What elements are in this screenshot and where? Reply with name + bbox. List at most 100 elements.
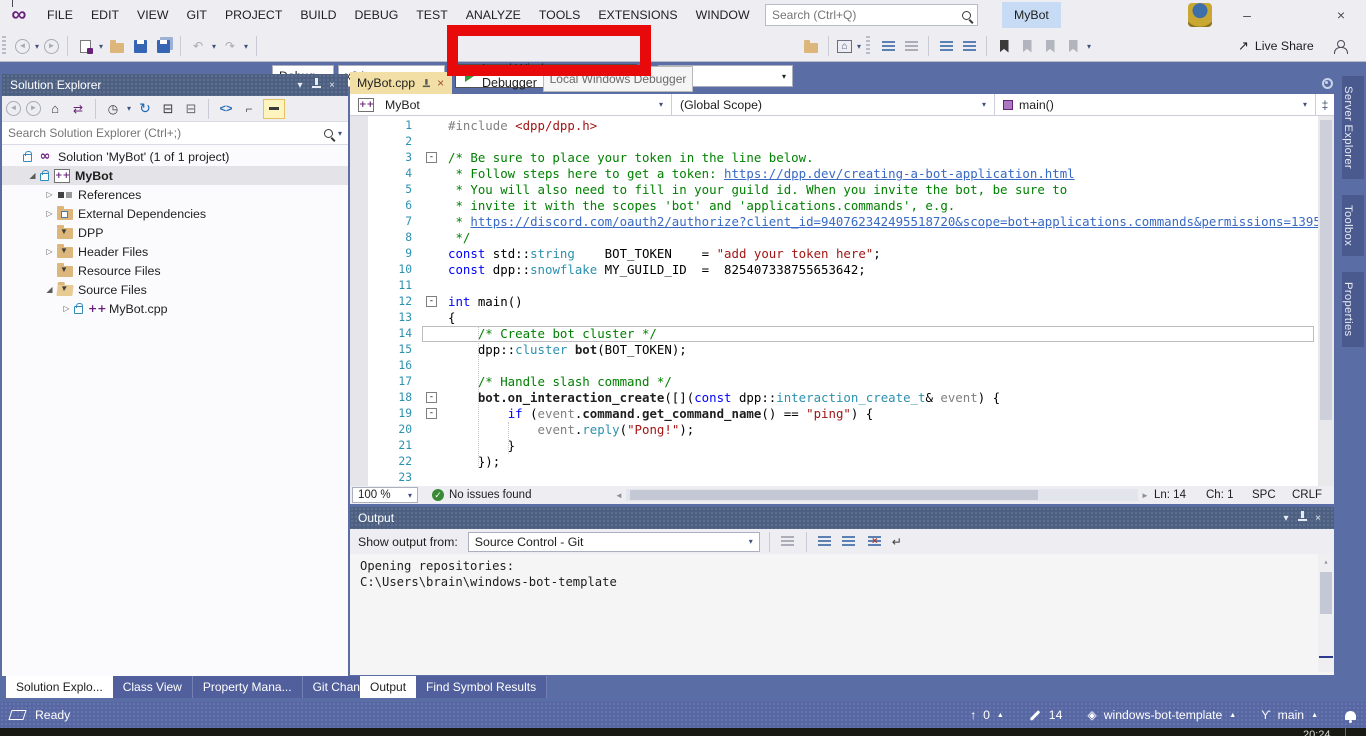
- properties-pages-icon[interactable]: ⊟: [182, 100, 200, 118]
- expander-icon[interactable]: ▷: [42, 247, 57, 256]
- clear-all-icon[interactable]: ×: [864, 533, 882, 551]
- close-icon[interactable]: ×: [324, 80, 340, 91]
- code-line[interactable]: 14 /* Create bot cluster */: [350, 326, 1334, 342]
- repo-dropdown-icon[interactable]: ▲: [1229, 712, 1236, 719]
- expander-icon[interactable]: ▷: [42, 209, 57, 218]
- code-line[interactable]: 11: [350, 278, 1334, 294]
- close-tab-icon[interactable]: ×: [437, 76, 444, 90]
- bookmark-icon[interactable]: [995, 37, 1013, 55]
- toolbar-grip[interactable]: [866, 36, 870, 56]
- eol-indicator[interactable]: CRLF: [1292, 489, 1324, 501]
- output-title-bar[interactable]: Output ▾ ×: [350, 507, 1334, 529]
- code-line[interactable]: 16: [350, 358, 1334, 374]
- member-scope-dropdown[interactable]: main() ▾: [995, 94, 1316, 115]
- navigate-back-dropdown-icon[interactable]: ▾: [35, 42, 39, 51]
- pin-icon[interactable]: [308, 78, 324, 92]
- properties-wrench-icon[interactable]: ⌐: [240, 100, 258, 118]
- sync-with-active-document-icon[interactable]: ⇄: [69, 100, 87, 118]
- next-bookmark-icon[interactable]: [1041, 37, 1059, 55]
- tree-item-external-dependencies[interactable]: ▷External Dependencies: [2, 204, 348, 223]
- filter-dropdown-icon[interactable]: ▾: [127, 104, 131, 113]
- fold-collapse-icon[interactable]: -: [426, 152, 437, 163]
- menu-item-file[interactable]: FILE: [38, 8, 82, 22]
- menu-item-analyze[interactable]: ANALYZE: [457, 8, 530, 22]
- panel-tab-output[interactable]: Output: [360, 676, 416, 698]
- avatar[interactable]: [1188, 3, 1212, 27]
- attach-to-process-icon[interactable]: [802, 37, 820, 55]
- indent-increase-icon[interactable]: [960, 37, 978, 55]
- previous-bookmark-icon[interactable]: [1018, 37, 1036, 55]
- undo-dropdown-icon[interactable]: ▾: [212, 42, 216, 51]
- editor-horizontal-scrollbar[interactable]: ◄ ►: [612, 488, 1152, 502]
- next-message-icon[interactable]: [840, 533, 858, 551]
- menu-item-view[interactable]: VIEW: [128, 8, 177, 22]
- repo-icon[interactable]: ◈: [1087, 708, 1096, 722]
- fold-collapse-icon[interactable]: -: [426, 408, 437, 419]
- code-line[interactable]: 5 * You will also need to fill in your g…: [350, 182, 1334, 198]
- menu-item-edit[interactable]: EDIT: [82, 8, 128, 22]
- code-line[interactable]: 6 * invite it with the scopes 'bot' and …: [350, 198, 1334, 214]
- menu-item-extensions[interactable]: EXTENSIONS: [589, 8, 686, 22]
- window-position-icon[interactable]: ▾: [292, 80, 308, 91]
- add-item-icon[interactable]: [879, 37, 897, 55]
- panel-tab-solution-explo[interactable]: Solution Explo...: [6, 676, 113, 698]
- code-line[interactable]: 3-/* Be sure to place your token in the …: [350, 150, 1334, 166]
- code-line[interactable]: 4 * Follow steps here to get a token: ht…: [350, 166, 1334, 182]
- code-line[interactable]: 9const std::string BOT_TOKEN = "add your…: [350, 246, 1334, 262]
- panel-tab-property-mana[interactable]: Property Mana...: [193, 676, 303, 698]
- expander-icon[interactable]: ▷: [59, 304, 74, 313]
- pending-edits-pencil-icon[interactable]: [1029, 709, 1042, 722]
- pin-tab-icon[interactable]: [422, 79, 430, 88]
- expander-icon[interactable]: ◢: [42, 285, 57, 294]
- solution-search-input[interactable]: [8, 126, 324, 140]
- toolbar-grip[interactable]: [2, 36, 6, 56]
- new-project-icon[interactable]: [76, 37, 94, 55]
- split-window-icon[interactable]: ‡: [1316, 94, 1334, 115]
- window-position-icon[interactable]: ▾: [1278, 513, 1294, 524]
- code-line[interactable]: 19- if (event.command.get_command_name()…: [350, 406, 1334, 422]
- output-scrollbar[interactable]: ▾: [1318, 554, 1334, 672]
- panel-tab-find-symbol-results[interactable]: Find Symbol Results: [416, 676, 547, 698]
- close-button[interactable]: ×: [1320, 0, 1362, 30]
- feedback-icon[interactable]: [1334, 40, 1346, 52]
- project-scope-dropdown[interactable]: ++ MyBot ▾: [350, 94, 672, 115]
- minimize-button[interactable]: –: [1226, 0, 1268, 30]
- refresh-icon[interactable]: ↻: [136, 100, 154, 118]
- tree-item-resource-files[interactable]: ▼Resource Files: [2, 261, 348, 280]
- column-indicator[interactable]: Ch: 1: [1206, 489, 1252, 501]
- pending-edits-count[interactable]: 14: [1049, 708, 1063, 722]
- redo-icon[interactable]: ↷: [221, 37, 239, 55]
- home-icon[interactable]: ⌂: [837, 40, 852, 53]
- push-dropdown-icon[interactable]: ▲: [997, 712, 1004, 719]
- indent-decrease-icon[interactable]: [937, 37, 955, 55]
- navigate-forward-icon[interactable]: ►: [44, 39, 59, 54]
- close-icon[interactable]: ×: [1310, 513, 1326, 524]
- code-line[interactable]: 1#include <dpp/dpp.h>: [350, 118, 1334, 134]
- live-share-button[interactable]: ↗ Live Share: [1238, 30, 1346, 62]
- editor-vertical-scrollbar[interactable]: [1318, 116, 1334, 486]
- word-wrap-icon[interactable]: ↵: [888, 533, 906, 551]
- tree-item-source-files[interactable]: ◢▼Source Files: [2, 280, 348, 299]
- previous-message-icon[interactable]: [816, 533, 834, 551]
- home-dropdown-icon[interactable]: ▾: [857, 42, 861, 51]
- code-line[interactable]: 13{: [350, 310, 1334, 326]
- preview-selected-items-toggle[interactable]: [263, 99, 285, 119]
- code-line[interactable]: 20 event.reply("Pong!");: [350, 422, 1334, 438]
- account-button[interactable]: MyBot: [1002, 2, 1061, 28]
- side-tab-properties[interactable]: Properties: [1342, 272, 1364, 347]
- fold-collapse-icon[interactable]: -: [426, 296, 437, 307]
- output-content[interactable]: Opening repositories:C:\Users\brain\wind…: [350, 554, 1334, 672]
- quick-search-input[interactable]: [772, 8, 962, 22]
- fold-collapse-icon[interactable]: -: [426, 392, 437, 403]
- toolbar-overflow-icon[interactable]: ▾: [1087, 42, 1091, 51]
- spaces-indicator[interactable]: SPC: [1252, 489, 1292, 501]
- branch-dropdown-icon[interactable]: ▲: [1311, 712, 1318, 719]
- output-source-dropdown[interactable]: Source Control - Git▾: [468, 532, 760, 552]
- tree-item-solution-mybot-1-of-1-project[interactable]: ∞Solution 'MyBot' (1 of 1 project): [2, 147, 348, 166]
- push-icon[interactable]: ↑: [970, 708, 976, 722]
- navigate-back-icon[interactable]: ◄: [15, 39, 30, 54]
- type-scope-dropdown[interactable]: (Global Scope) ▾: [672, 94, 995, 115]
- undo-icon[interactable]: ↶: [189, 37, 207, 55]
- search-options-icon[interactable]: ▾: [338, 129, 342, 138]
- branch-name[interactable]: main: [1278, 708, 1304, 722]
